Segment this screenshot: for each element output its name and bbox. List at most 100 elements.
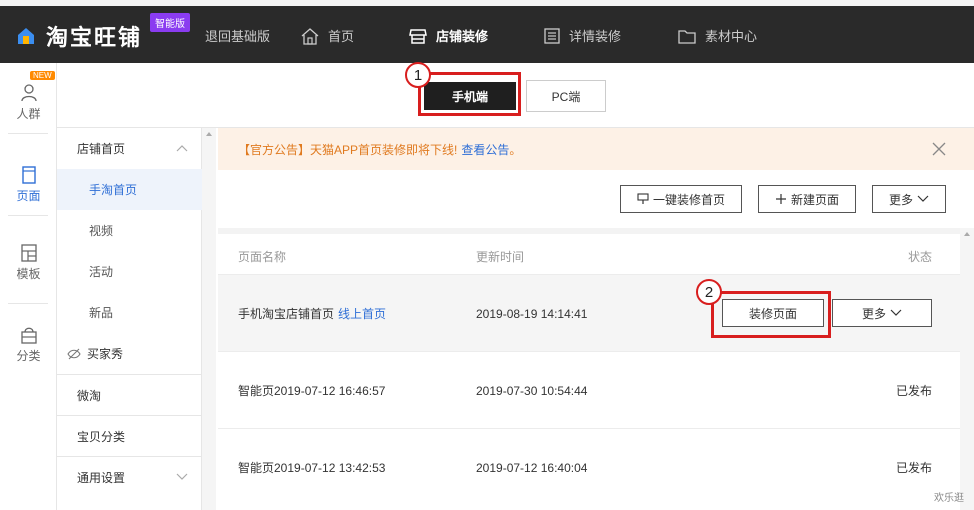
new-page-label: 新建页面 — [790, 192, 839, 207]
sidenav-label-weitao: 微淘 — [77, 388, 102, 403]
page-side-nav: 店铺首页 手淘首页 视频 活动 新品 买家秀 微淘 宝贝分类 通用设置 — [57, 128, 202, 510]
nav-shop-decor[interactable]: 店铺装修 — [408, 26, 488, 45]
close-icon[interactable] — [932, 142, 946, 156]
update-time: 2019-07-30 10:54:44 — [476, 383, 588, 398]
row-more-label: 更多 — [861, 306, 886, 321]
announcement-text: 【官方公告】天猫APP首页装修即将下线! — [238, 142, 458, 157]
table-row[interactable]: 智能页2019-07-12 16:46:57 2019-07-30 10:54:… — [218, 351, 974, 428]
rail-divider — [8, 215, 48, 216]
chevron-up-icon — [176, 145, 188, 152]
rail-label-crowd: 人群 — [16, 107, 41, 121]
person-icon — [20, 84, 37, 102]
chevron-down-icon — [917, 195, 929, 202]
left-icon-rail: NEW 人群 页面 模板 分类 — [0, 63, 57, 510]
main-content: 【官方公告】天猫APP首页装修即将下线! 查看公告 。 一键装修首页 新建页面 … — [218, 128, 974, 510]
rail-item-crowd[interactable]: 人群 — [0, 83, 57, 122]
rail-divider — [8, 303, 48, 304]
column-header-status: 状态 — [907, 250, 932, 264]
folder-icon — [678, 29, 696, 44]
one-click-decorate-label: 一键装修首页 — [652, 192, 725, 207]
rail-label-page: 页面 — [16, 189, 41, 203]
step-number-1: 1 — [405, 62, 431, 88]
update-time: 2019-07-12 16:40:04 — [476, 460, 588, 475]
rail-divider — [8, 133, 48, 134]
sidenav-label-item-category: 宝贝分类 — [77, 429, 126, 444]
status-text: 已发布 — [895, 384, 932, 398]
chevron-down-icon — [890, 309, 902, 316]
page-name: 手机淘宝店铺首页 — [238, 307, 335, 321]
column-header-time: 更新时间 — [476, 250, 525, 264]
table-header: 页面名称 更新时间 状态 — [218, 234, 974, 274]
sidenav-label-buyer-show: 买家秀 — [87, 347, 124, 361]
scroll-up-arrow-icon — [964, 232, 970, 236]
highlight-box-mobile-tab — [418, 72, 521, 116]
brand-title: 淘宝旺铺 — [46, 25, 143, 50]
scroll-up-arrow-icon — [206, 132, 212, 136]
chevron-down-icon — [176, 473, 188, 480]
nav-detail-decor[interactable]: 详情装修 — [543, 26, 621, 45]
update-time-cell: 2019-08-19 14:14:41 — [476, 275, 587, 352]
new-badge: NEW — [30, 71, 55, 80]
update-time: 2019-08-19 14:14:41 — [476, 306, 588, 321]
content-scrollbar[interactable] — [960, 228, 974, 510]
table-row[interactable]: 智能页2019-07-12 13:42:53 2019-07-12 16:40:… — [218, 428, 974, 505]
sidenav-label-mobile-home: 手淘首页 — [89, 183, 138, 197]
sidenav-item-mobile-home[interactable]: 手淘首页 — [57, 169, 202, 210]
page-name: 智能页2019-07-12 13:42:53 — [238, 461, 386, 475]
update-time-cell: 2019-07-30 10:54:44 — [476, 352, 587, 429]
sidenav-item-activity[interactable]: 活动 — [57, 251, 202, 292]
more-actions-button[interactable]: 更多 — [872, 185, 946, 213]
sidenav-label-shop-home: 店铺首页 — [77, 142, 126, 156]
nav-home-label: 首页 — [328, 29, 355, 44]
document-list-icon — [544, 27, 560, 44]
sidenav-item-general-settings[interactable]: 通用设置 — [57, 456, 202, 497]
sidenav-label-video: 视频 — [89, 224, 114, 238]
step-number-2: 2 — [696, 279, 722, 305]
nav-shop-decor-label: 店铺装修 — [436, 29, 489, 44]
rail-label-category: 分类 — [16, 349, 41, 363]
shop-logo-icon — [18, 28, 34, 44]
more-actions-label: 更多 — [888, 192, 913, 207]
edition-badge: 智能版 — [150, 13, 190, 32]
rail-item-page[interactable]: 页面 — [0, 165, 57, 204]
update-time-cell: 2019-07-12 16:40:04 — [476, 429, 587, 506]
sidenav-item-shop-home[interactable]: 店铺首页 — [57, 128, 202, 169]
status-cell: 已发布 — [896, 429, 932, 506]
sidenav-item-new-products[interactable]: 新品 — [57, 292, 202, 333]
page-icon — [21, 166, 36, 184]
nav-home[interactable]: 首页 — [300, 26, 354, 45]
page-name-cell: 手机淘宝店铺首页 线上首页 — [238, 275, 386, 352]
top-bar: 淘宝旺铺 智能版 退回基础版 首页 店铺装修 详情装修 素材中心 — [0, 6, 974, 63]
page-name-cell: 智能页2019-07-12 13:42:53 — [238, 429, 385, 506]
row-more-button[interactable]: 更多 — [832, 299, 932, 327]
sidenav-item-weitao[interactable]: 微淘 — [57, 374, 202, 415]
online-home-link[interactable]: 线上首页 — [338, 305, 386, 322]
category-icon — [20, 327, 37, 344]
store-icon — [409, 28, 427, 44]
template-icon — [20, 244, 37, 262]
rail-label-template: 模板 — [16, 267, 41, 281]
hidden-eye-icon — [67, 348, 81, 359]
sidenav-item-item-category[interactable]: 宝贝分类 — [57, 415, 202, 456]
nav-back-basic[interactable]: 退回基础版 — [205, 26, 270, 45]
rail-item-template[interactable]: 模板 — [0, 243, 57, 282]
announcement-link[interactable]: 查看公告 — [461, 141, 509, 158]
new-page-button[interactable]: 新建页面 — [758, 185, 856, 213]
status-text: 已发布 — [895, 461, 932, 475]
nav-back-basic-label: 退回基础版 — [205, 29, 271, 44]
home-icon — [301, 27, 319, 45]
nav-material-center[interactable]: 素材中心 — [677, 26, 757, 45]
sidenav-item-video[interactable]: 视频 — [57, 210, 202, 251]
sidenav-item-buyer-show[interactable]: 买家秀 — [57, 333, 202, 374]
announcement-bar: 【官方公告】天猫APP首页装修即将下线! 查看公告 。 — [218, 128, 974, 170]
nav-detail-decor-label: 详情装修 — [569, 29, 622, 44]
rail-item-category[interactable]: 分类 — [0, 325, 57, 364]
page-name-cell: 智能页2019-07-12 16:46:57 — [238, 352, 385, 429]
tab-pc[interactable]: PC端 — [526, 80, 606, 112]
sidenav-scrollbar[interactable] — [202, 128, 216, 510]
one-click-decorate-button[interactable]: 一键装修首页 — [620, 185, 742, 213]
plus-icon — [775, 194, 786, 204]
column-header-name: 页面名称 — [238, 250, 287, 264]
highlight-box-decorate-button — [711, 291, 831, 338]
table-row[interactable]: 手机淘宝店铺首页 线上首页 2019-08-19 14:14:41 装修页面 更… — [218, 274, 974, 351]
